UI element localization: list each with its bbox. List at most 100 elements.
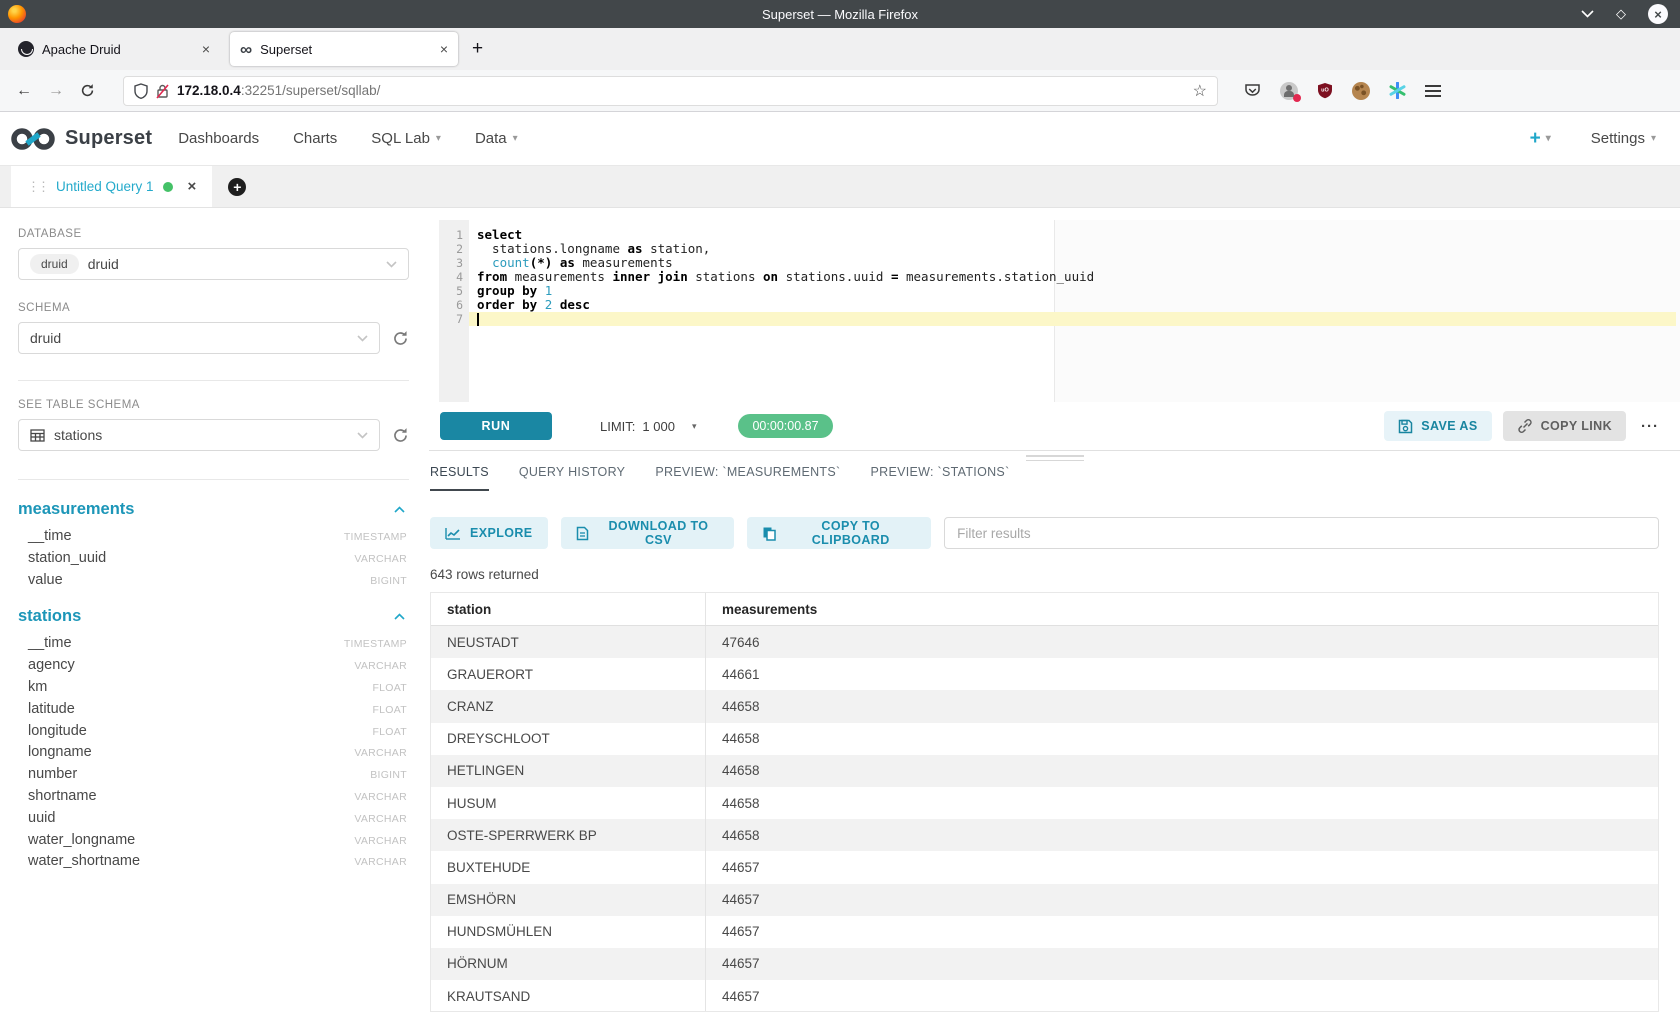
back-icon[interactable]: ←	[16, 82, 32, 100]
code-line[interactable]	[469, 312, 1676, 326]
table-row[interactable]: HUSUM44658	[431, 787, 1658, 819]
tab-preview-measurements[interactable]: PREVIEW: `MEASUREMENTS`	[655, 465, 840, 491]
firefox-window: Superset — Mozilla Firefox ◇ × Apache Dr…	[0, 0, 1680, 1012]
tab-close-icon[interactable]: ×	[440, 41, 448, 57]
filter-results-input[interactable]	[944, 517, 1659, 549]
code-line[interactable]: count(*) as measurements	[469, 256, 1680, 270]
save-as-button[interactable]: SAVE AS	[1384, 411, 1491, 441]
limit-dropdown[interactable]: LIMIT: 1 000 ▾	[600, 419, 696, 434]
results-table: station measurements NEUSTADT47646GRAUER…	[430, 592, 1659, 1012]
new-tab-icon[interactable]: +	[472, 38, 483, 60]
column-name: km	[28, 679, 47, 695]
table-row[interactable]: HUNDSMÜHLEN44657	[431, 916, 1658, 948]
shield-icon[interactable]	[134, 83, 148, 99]
refresh-table-icon[interactable]	[392, 427, 409, 444]
caret-down-icon: ▾	[1546, 133, 1551, 144]
reload-icon[interactable]	[80, 83, 95, 98]
tab-preview-stations[interactable]: PREVIEW: `STATIONS`	[870, 465, 1009, 491]
add-new-button[interactable]: +▾	[1530, 128, 1551, 150]
sql-editor[interactable]: 1234567 select stations.longname as stat…	[439, 220, 1680, 402]
insecure-lock-icon[interactable]	[156, 83, 169, 99]
extension-icon[interactable]	[1280, 82, 1298, 100]
table-row[interactable]: DREYSCHLOOT44658	[431, 723, 1658, 755]
schema-column-row: latitudeFLOAT	[18, 701, 409, 723]
tab-query-history[interactable]: QUERY HISTORY	[519, 465, 625, 491]
column-header-station[interactable]: station	[447, 602, 491, 617]
column-header-measurements[interactable]: measurements	[722, 602, 817, 617]
table-row[interactable]: BUXTEHUDE44657	[431, 851, 1658, 883]
url-text[interactable]: 172.18.0.4:32251/superset/sqllab/	[177, 83, 1185, 98]
code-line[interactable]: group by 1	[469, 284, 1680, 298]
svg-text:uO: uO	[1321, 88, 1329, 94]
results-table-header[interactable]: station measurements	[431, 593, 1658, 626]
forward-icon[interactable]: →	[48, 82, 64, 100]
browser-tab-superset[interactable]: ∞ Superset ×	[230, 32, 458, 66]
nav-item-charts[interactable]: Charts	[293, 130, 337, 147]
schema-table-name[interactable]: stations	[18, 607, 81, 626]
table-row[interactable]: GRAUERORT44661	[431, 658, 1658, 690]
table-select[interactable]: stations	[18, 419, 380, 451]
schema-select[interactable]: druid	[18, 322, 380, 354]
window-minimize-icon[interactable]	[1581, 10, 1594, 18]
refresh-schema-icon[interactable]	[392, 330, 409, 347]
column-type: BIGINT	[370, 769, 409, 781]
explore-button[interactable]: EXPLORE	[430, 517, 548, 549]
superset-brand[interactable]: Superset	[10, 125, 152, 153]
code-line[interactable]: stations.longname as station,	[469, 242, 1680, 256]
copy-link-button[interactable]: COPY LINK	[1503, 411, 1626, 441]
column-name: value	[28, 572, 63, 588]
table-row[interactable]: KRAUTSAND44657	[431, 980, 1658, 1012]
table-row[interactable]: HÖRNUM44657	[431, 948, 1658, 980]
column-type: VARCHAR	[354, 813, 409, 825]
nav-item-sql-lab[interactable]: SQL Lab▾	[371, 130, 441, 147]
query-tab-close-icon[interactable]: ×	[188, 178, 197, 195]
menu-icon[interactable]	[1425, 90, 1441, 92]
database-select[interactable]: druid druid	[18, 248, 409, 280]
schema-table-name[interactable]: measurements	[18, 500, 134, 519]
code-line[interactable]: order by 2 desc	[469, 298, 1680, 312]
schema-column-row: station_uuidVARCHAR	[18, 550, 409, 572]
table-row[interactable]: CRANZ44658	[431, 690, 1658, 722]
editor-code-area[interactable]: select stations.longname as station, cou…	[469, 220, 1680, 402]
chevron-up-icon[interactable]	[394, 613, 409, 620]
measurements-cell: 44658	[722, 731, 760, 746]
nav-item-data[interactable]: Data▾	[475, 130, 518, 147]
ublock-icon[interactable]: uO	[1317, 82, 1333, 99]
column-type: VARCHAR	[354, 747, 409, 759]
table-row[interactable]: HETLINGEN44658	[431, 755, 1658, 787]
code-line[interactable]: from measurements inner join stations on…	[469, 270, 1680, 284]
copy-clipboard-button[interactable]: COPY TO CLIPBOARD	[747, 517, 931, 549]
drag-dots-icon[interactable]: ⋮⋮	[27, 179, 47, 195]
column-type: VARCHAR	[354, 835, 409, 847]
browser-tab-apache-druid[interactable]: Apache Druid ×	[8, 32, 220, 66]
add-query-tab-button[interactable]: +	[212, 166, 262, 207]
brand-name: Superset	[65, 127, 152, 150]
chevron-up-icon[interactable]	[394, 506, 409, 513]
window-close-icon[interactable]: ×	[1648, 4, 1668, 24]
table-row[interactable]: NEUSTADT47646	[431, 626, 1658, 658]
more-options-icon[interactable]: ···	[1641, 418, 1659, 435]
gutter-line-number: 6	[439, 298, 469, 312]
query-timer-badge: 00:00:00.87	[738, 414, 832, 438]
bookmark-star-icon[interactable]: ☆	[1193, 81, 1207, 101]
measurements-cell: 44657	[722, 924, 760, 939]
station-cell: HETLINGEN	[447, 763, 524, 778]
query-tab-untitled-query-1[interactable]: ⋮⋮ Untitled Query 1 ×	[11, 166, 212, 207]
tab-results[interactable]: RESULTS	[430, 465, 489, 491]
download-csv-button[interactable]: DOWNLOAD TO CSV	[561, 517, 735, 549]
asterisk-extension-icon[interactable]	[1389, 82, 1406, 99]
code-line[interactable]: select	[469, 228, 1680, 242]
table-row[interactable]: OSTE-SPERRWERK BP44658	[431, 819, 1658, 851]
nav-item-dashboards[interactable]: Dashboards	[178, 130, 259, 147]
pane-resize-handle[interactable]	[1026, 455, 1084, 464]
cookie-icon[interactable]	[1352, 82, 1370, 100]
window-restore-icon[interactable]: ◇	[1616, 6, 1626, 22]
superset-logo-icon	[10, 125, 56, 153]
pocket-icon[interactable]	[1244, 83, 1261, 99]
settings-menu[interactable]: Settings▾	[1591, 130, 1656, 147]
table-row[interactable]: EMSHÖRN44657	[431, 884, 1658, 916]
column-name: __time	[28, 635, 72, 651]
run-button[interactable]: RUN	[440, 412, 552, 440]
tab-close-icon[interactable]: ×	[202, 41, 210, 57]
url-bar[interactable]: 172.18.0.4:32251/superset/sqllab/ ☆	[123, 76, 1218, 106]
